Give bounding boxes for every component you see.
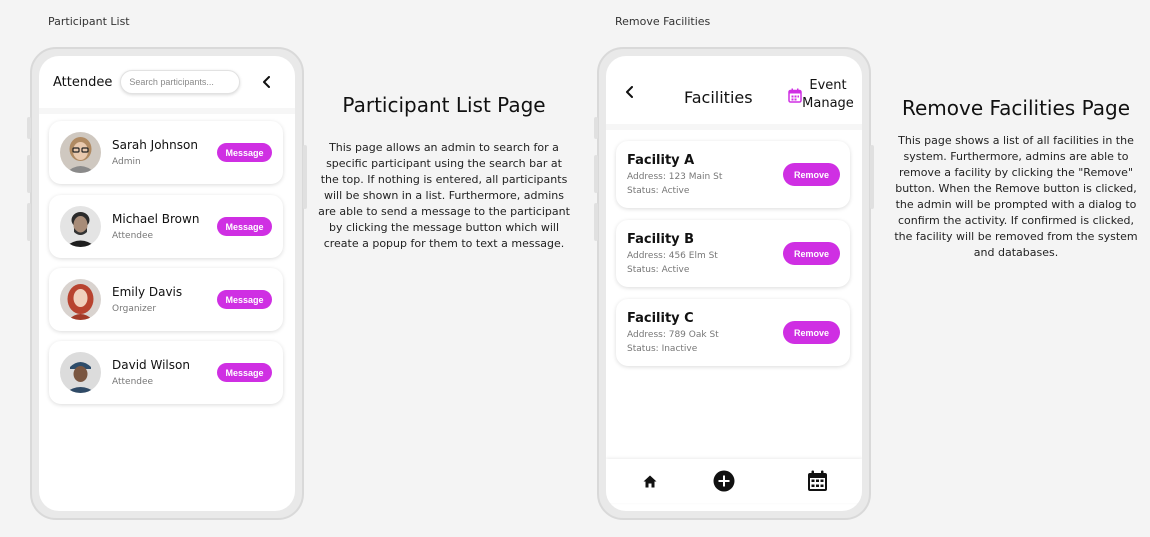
chevron-left-icon — [626, 86, 633, 98]
facilities-description-title: Remove Facilities Page — [901, 96, 1130, 120]
avatar-michael-icon — [60, 206, 101, 247]
avatar — [60, 352, 101, 393]
facility-status: Status: Active — [627, 265, 690, 275]
frame-label-remove-facilities: Remove Facilities — [615, 15, 711, 28]
calendar-icon — [807, 470, 827, 491]
facility-card: Facility C Address: 789 Oak St Status: I… — [616, 299, 850, 366]
avatar — [60, 279, 101, 320]
bottom-navigation — [606, 459, 862, 503]
message-button[interactable]: Message — [217, 217, 272, 236]
participant-name: Sarah Johnson — [112, 138, 198, 152]
calendar-icon — [788, 88, 802, 103]
participant-name: Emily Davis — [112, 285, 183, 299]
remove-button[interactable]: Remove — [783, 242, 840, 265]
remove-button[interactable]: Remove — [783, 321, 840, 344]
participant-card: Sarah Johnson Admin Message — [49, 121, 283, 184]
message-button[interactable]: Message — [217, 143, 272, 162]
participant-screen: Attendee Sarah Johnson Admin Mess — [39, 56, 295, 511]
participant-header: Attendee — [39, 56, 295, 108]
participant-description-body: This page allows an admin to search for … — [318, 141, 570, 250]
message-button[interactable]: Message — [217, 363, 272, 382]
chevron-left-icon — [263, 76, 270, 88]
message-button[interactable]: Message — [217, 290, 272, 309]
search-input[interactable] — [120, 70, 241, 94]
back-button[interactable] — [257, 72, 277, 92]
facility-address: Address: 123 Main St — [627, 172, 723, 182]
nav-home-button[interactable] — [639, 470, 661, 492]
participant-card: Emily Davis Organizer Message — [49, 268, 283, 331]
participant-role: Organizer — [112, 304, 157, 314]
facilities-screen: Facilities Event Manage Facility A Addre… — [606, 56, 862, 511]
avatar — [60, 206, 101, 247]
participant-card: David Wilson Attendee Message — [49, 341, 283, 404]
participant-name: Michael Brown — [112, 212, 200, 226]
facility-status: Status: Active — [627, 186, 690, 196]
facilities-phone-frame: Facilities Event Manage Facility A Addre… — [594, 47, 874, 520]
participant-card: Michael Brown Attendee Message — [49, 195, 283, 258]
participant-name: David Wilson — [112, 358, 190, 372]
event-manage-label-line1: Event — [809, 78, 847, 93]
event-manage-label-line2: Manage — [802, 96, 854, 111]
event-manage-button[interactable]: Event Manage — [788, 77, 854, 113]
avatar-david-icon — [60, 352, 101, 393]
participant-role: Attendee — [112, 377, 154, 387]
participant-role: Attendee — [112, 231, 154, 241]
facilities-header: Facilities Event Manage — [606, 56, 862, 124]
remove-button[interactable]: Remove — [783, 163, 840, 186]
nav-calendar-button[interactable] — [806, 470, 828, 492]
add-circle-icon — [713, 470, 735, 492]
participant-description-title: Participant List Page — [342, 93, 546, 117]
home-icon — [643, 475, 657, 487]
avatar-sarah-icon — [60, 132, 101, 173]
frame-label-participant-list: Participant List — [48, 15, 130, 28]
avatar-emily-icon — [60, 279, 101, 320]
facility-card: Facility B Address: 456 Elm St Status: A… — [616, 220, 850, 287]
avatar — [60, 132, 101, 173]
facility-address: Address: 789 Oak St — [627, 330, 719, 340]
facility-card: Facility A Address: 123 Main St Status: … — [616, 141, 850, 208]
facility-name: Facility A — [627, 153, 695, 168]
header-divider — [39, 108, 295, 114]
facility-name: Facility C — [627, 311, 694, 326]
facility-name: Facility B — [627, 232, 695, 247]
facility-address: Address: 456 Elm St — [627, 251, 718, 261]
participant-role: Admin — [112, 157, 141, 167]
page-title: Facilities — [684, 88, 753, 107]
facilities-description-body: This page shows a list of all facilities… — [894, 134, 1138, 259]
page-title: Attendee — [53, 74, 113, 90]
nav-add-button[interactable] — [713, 470, 735, 492]
header-divider — [606, 124, 862, 130]
participant-phone-frame: Attendee Sarah Johnson Admin Mess — [27, 47, 307, 520]
facility-status: Status: Inactive — [627, 344, 698, 354]
back-button[interactable] — [624, 85, 640, 101]
